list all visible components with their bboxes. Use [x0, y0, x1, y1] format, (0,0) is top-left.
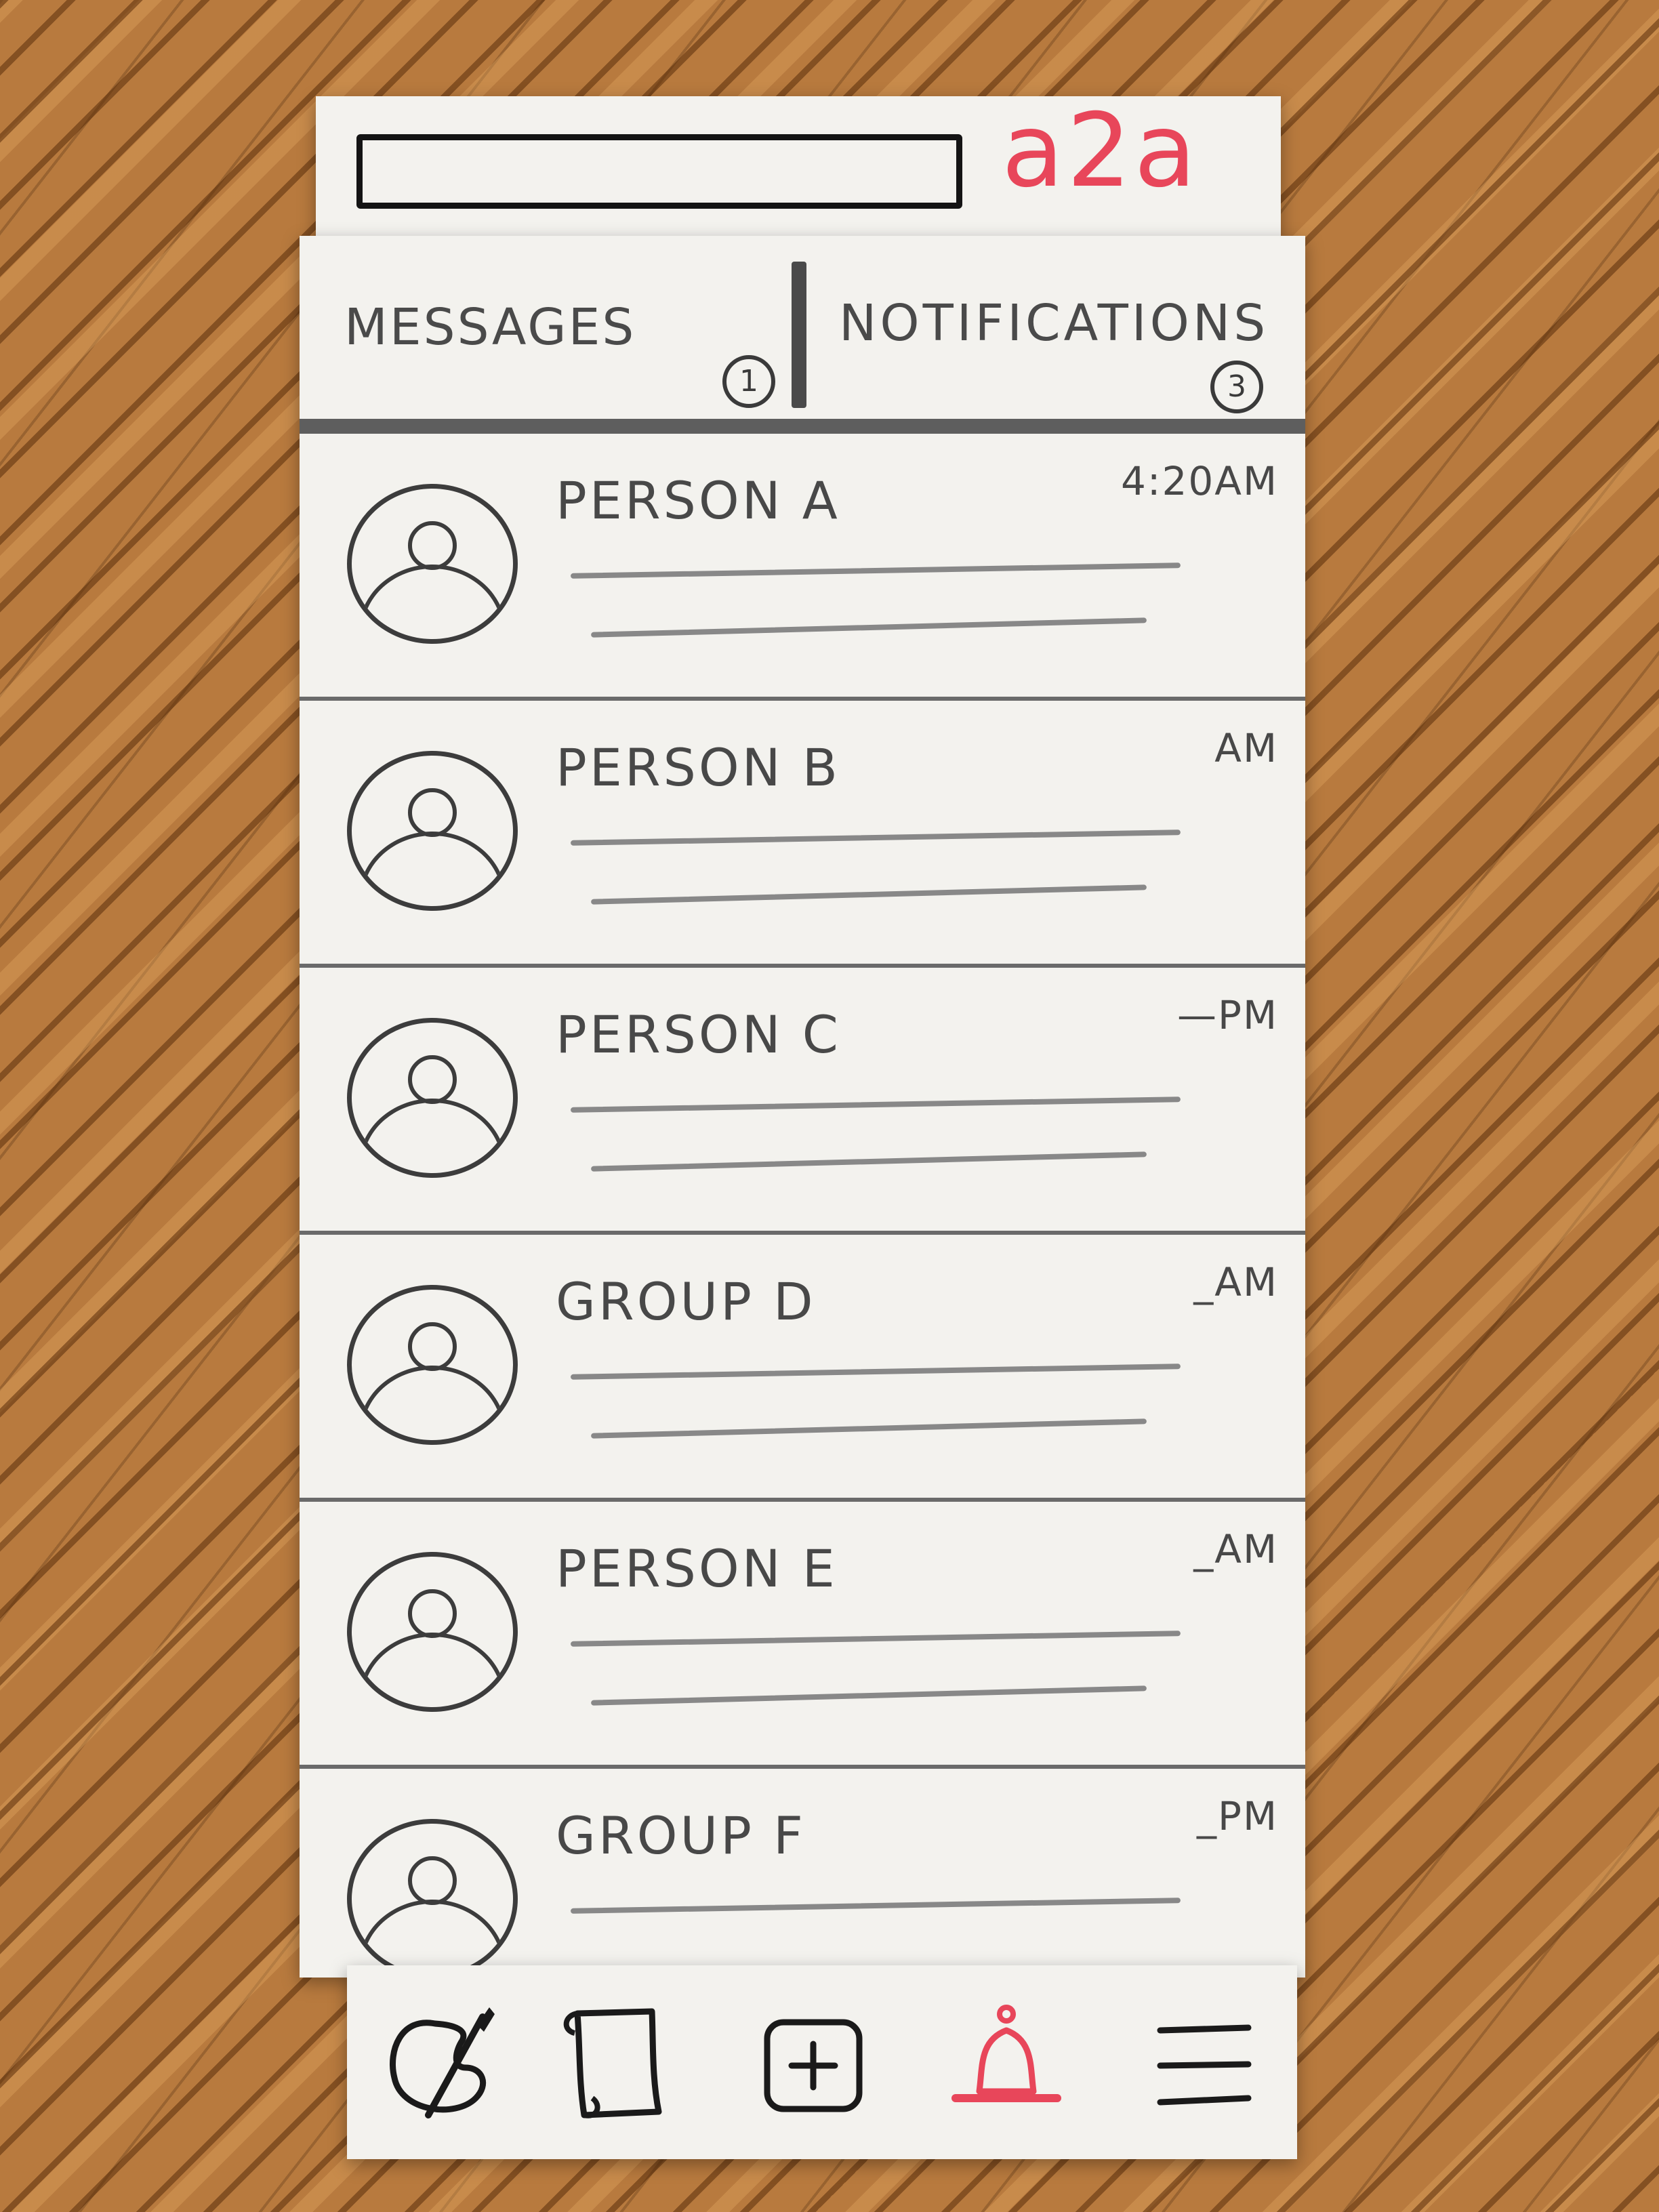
conversation-name: PERSON B	[556, 737, 840, 798]
tab-bar: MESSAGES 1 NOTIFICATIONS 3	[300, 236, 1305, 434]
conversation-row[interactable]: PERSON E _AM	[300, 1502, 1305, 1769]
conversation-time: —PM	[1176, 992, 1278, 1038]
tab-notifications[interactable]: NOTIFICATIONS	[839, 294, 1269, 352]
conversation-time: _AM	[1193, 1526, 1278, 1572]
scroll-icon[interactable]	[550, 2003, 686, 2125]
conversation-name: PERSON E	[556, 1538, 838, 1599]
avatar-icon	[347, 1018, 518, 1178]
tab-divider	[792, 262, 806, 408]
messages-screen: MESSAGES 1 NOTIFICATIONS 3 PERSON A 4:20…	[300, 236, 1305, 1978]
message-preview-line	[570, 1898, 1181, 1914]
conversation-time: _AM	[1193, 1259, 1278, 1305]
conversation-time: _PM	[1196, 1793, 1278, 1839]
message-preview-line	[570, 562, 1181, 579]
message-preview-line	[591, 1418, 1147, 1439]
conversation-time: AM	[1214, 725, 1278, 771]
search-input[interactable]	[356, 134, 962, 209]
conversation-list: PERSON A 4:20AM PERSON B AM PERSON C —PM…	[300, 434, 1305, 1978]
message-preview-line	[591, 617, 1147, 638]
notifications-count-badge: 3	[1210, 361, 1263, 413]
conversation-name: PERSON C	[556, 1004, 841, 1065]
avatar-icon	[347, 751, 518, 911]
app-logo: a2a	[1002, 92, 1200, 210]
conversation-row[interactable]: PERSON B AM	[300, 701, 1305, 968]
bell-icon[interactable]	[942, 2003, 1071, 2125]
avatar-icon	[347, 1285, 518, 1445]
conversation-name: PERSON A	[556, 470, 840, 531]
message-preview-line	[570, 830, 1181, 846]
tab-messages[interactable]: MESSAGES	[344, 298, 636, 356]
top-header: a2a	[316, 96, 1281, 245]
message-preview-line	[570, 1097, 1181, 1113]
message-preview-line	[570, 1364, 1181, 1380]
palette-brush-icon[interactable]	[381, 2003, 510, 2125]
message-preview-line	[591, 1685, 1147, 1706]
hamburger-menu-icon[interactable]	[1147, 2003, 1262, 2125]
message-preview-line	[591, 1151, 1147, 1172]
conversation-name: GROUP F	[556, 1805, 806, 1866]
conversation-name: GROUP D	[556, 1271, 816, 1332]
conversation-row[interactable]: PERSON C —PM	[300, 968, 1305, 1235]
bottom-nav-bar	[347, 1965, 1297, 2159]
conversation-row[interactable]: GROUP F _PM	[300, 1769, 1305, 1978]
avatar-icon	[347, 484, 518, 644]
conversation-time: 4:20AM	[1121, 458, 1278, 504]
message-preview-line	[570, 1631, 1181, 1647]
messages-count-badge: 1	[722, 355, 775, 408]
plus-square-icon[interactable]	[752, 2003, 874, 2125]
conversation-row[interactable]: PERSON A 4:20AM	[300, 434, 1305, 701]
avatar-icon	[347, 1552, 518, 1712]
conversation-row[interactable]: GROUP D _AM	[300, 1235, 1305, 1502]
message-preview-line	[591, 884, 1147, 905]
avatar-icon	[347, 1819, 518, 1978]
